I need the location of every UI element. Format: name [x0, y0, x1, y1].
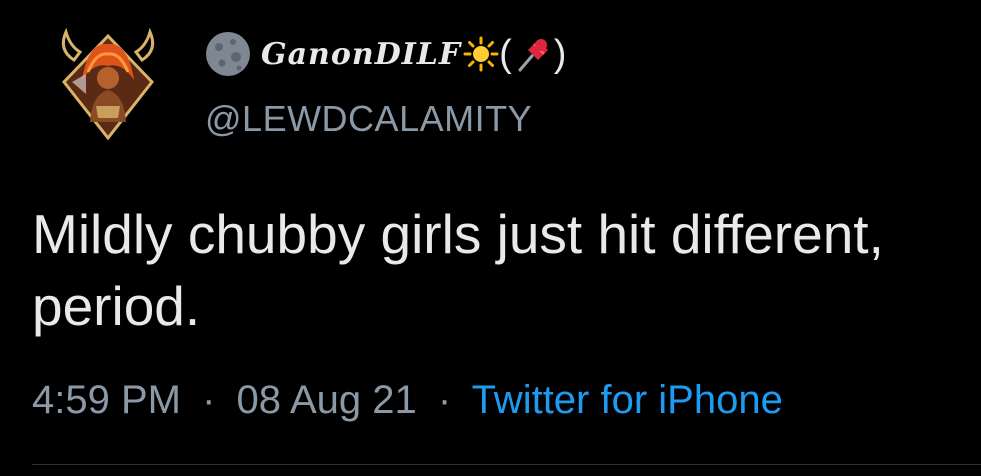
divider [32, 464, 981, 465]
tweet-meta: 4:59 PM · 08 Aug 21 · Twitter for iPhone [32, 378, 783, 423]
tweet: GanonDILF () @LEWDCALAMITY Mildly chubb… [0, 0, 981, 476]
paren-close: ) [553, 33, 567, 75]
tweet-header: GanonDILF () @LEWDCALAMITY [205, 24, 566, 140]
meta-separator: · [202, 378, 216, 422]
pushpin-emoji-icon [518, 39, 548, 72]
display-name-row[interactable]: GanonDILF () [205, 24, 566, 84]
user-handle[interactable]: @LEWDCALAMITY [205, 98, 566, 140]
tweet-time[interactable]: 4:59 PM [32, 378, 181, 422]
sun-emoji-icon [463, 36, 499, 72]
paren-open: ( [499, 33, 512, 75]
meta-separator: · [437, 378, 452, 422]
display-name[interactable]: GanonDILF [261, 37, 461, 72]
new-moon-emoji-icon [206, 32, 250, 76]
tweet-source-link[interactable]: Twitter for iPhone [472, 378, 783, 422]
tweet-date[interactable]: 08 Aug 21 [237, 378, 417, 422]
tweet-text: Mildly chubby girls just hit different, … [32, 203, 884, 337]
avatar[interactable] [52, 22, 164, 142]
